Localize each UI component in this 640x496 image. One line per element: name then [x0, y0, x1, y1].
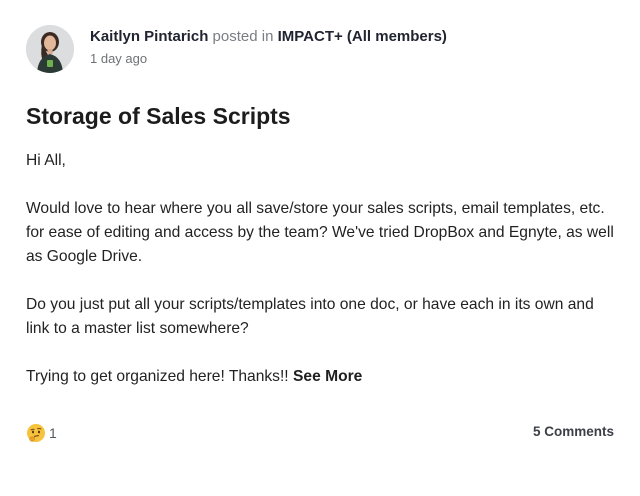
author-name[interactable]: Kaitlyn Pintarich: [90, 28, 208, 45]
post-timestamp: 1 day ago: [90, 51, 148, 66]
group-link[interactable]: IMPACT+ (All members): [278, 28, 447, 45]
post-footer: 1 5 Comments: [26, 421, 614, 445]
body-paragraph: Would love to hear where you all save/st…: [26, 200, 614, 265]
body-paragraph: Hi All,: [26, 152, 66, 169]
avatar[interactable]: [26, 25, 74, 73]
post-header: Kaitlyn Pintarich posted in IMPACT+ (All…: [26, 25, 614, 73]
comments-link[interactable]: 5 Comments: [533, 424, 614, 439]
body-paragraph-last: Trying to get organized here! Thanks!! S…: [26, 365, 614, 389]
body-paragraph: Do you just put all your scripts/templat…: [26, 296, 594, 337]
reaction-button[interactable]: 1: [26, 421, 57, 445]
reaction-count: 1: [49, 425, 57, 441]
post-body: Hi All, Would love to hear where you all…: [26, 149, 614, 413]
see-more-link[interactable]: See More: [293, 368, 362, 385]
thinking-face-icon: [27, 424, 45, 442]
byline: Kaitlyn Pintarich posted in IMPACT+ (All…: [90, 28, 447, 46]
author-photo: [26, 25, 74, 73]
body-paragraph-text: Trying to get organized here! Thanks!!: [26, 368, 289, 385]
post-title[interactable]: Storage of Sales Scripts: [26, 101, 291, 131]
posted-in-text: posted in: [212, 28, 274, 45]
